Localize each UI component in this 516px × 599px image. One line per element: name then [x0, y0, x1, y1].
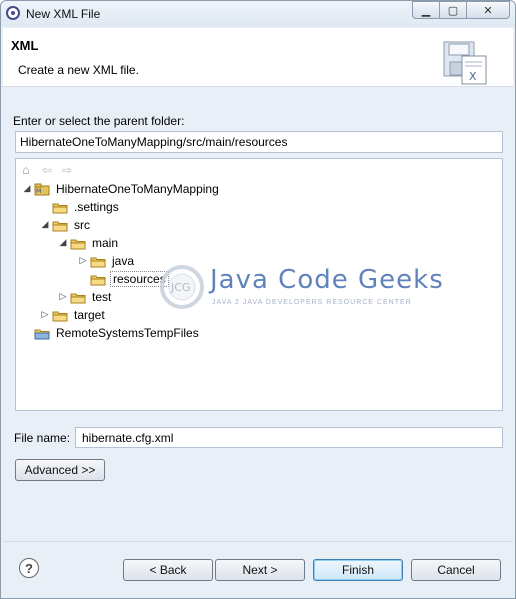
file-name-label: File name:: [14, 431, 71, 445]
tree-item-resources[interactable]: resources: [76, 270, 169, 288]
tree-item-label: target: [74, 308, 105, 322]
expand-icon[interactable]: ▷: [38, 310, 52, 320]
help-icon[interactable]: ?: [19, 558, 39, 578]
folder-icon: [70, 293, 86, 303]
watermark-title: Java Code Geeks: [210, 265, 444, 295]
expand-icon[interactable]: ▷: [76, 256, 90, 266]
minimize-button[interactable]: ▁: [412, 1, 440, 19]
tree-item-label: main: [92, 236, 119, 250]
project-icon: M: [34, 183, 50, 195]
tree-item-label: java: [112, 254, 135, 268]
folder-icon: [52, 203, 68, 213]
folder-icon: [70, 239, 86, 249]
title-bar[interactable]: New XML File ▁ ▢ ✕: [1, 1, 515, 27]
wizard-description: Create a new XML file.: [18, 63, 139, 77]
new-xml-file-dialog: New XML File ▁ ▢ ✕ XML Create a new XML …: [0, 0, 516, 599]
tree-item-target[interactable]: ▷ target: [38, 306, 107, 324]
wizard-body: Enter or select the parent folder: Hiber…: [3, 87, 513, 541]
xml-wizard-icon: X: [443, 41, 487, 85]
tree-item-label: RemoteSystemsTempFiles: [56, 326, 199, 340]
window-title: New XML File: [26, 7, 101, 21]
cancel-button[interactable]: Cancel: [411, 559, 501, 581]
svg-text:X: X: [469, 70, 477, 83]
tree-item-label: src: [74, 218, 90, 232]
folder-icon: [90, 257, 106, 267]
back-button[interactable]: < Back: [123, 559, 213, 581]
eclipse-icon: [6, 6, 20, 20]
tree-item-settings[interactable]: .settings: [38, 198, 121, 216]
maximize-button[interactable]: ▢: [439, 1, 467, 19]
svg-text:M: M: [36, 188, 41, 195]
folder-tree[interactable]: ⌂ ⇦ ⇨ ◢ M HibernateOneToManyMapping .set…: [15, 158, 503, 411]
file-name-input[interactable]: hibernate.cfg.xml: [75, 427, 503, 448]
collapse-icon[interactable]: ◢: [56, 238, 70, 248]
tree-item-java[interactable]: ▷ java: [76, 252, 136, 270]
tree-item-label: test: [92, 290, 112, 304]
folder-icon: [52, 311, 68, 321]
close-button[interactable]: ✕: [466, 1, 510, 19]
back-arrow-icon[interactable]: ⇦: [42, 164, 56, 176]
tree-item-src[interactable]: ◢ src: [38, 216, 92, 234]
tree-item-label: HibernateOneToManyMapping: [56, 182, 219, 196]
wizard-title: XML: [11, 38, 39, 53]
forward-arrow-icon[interactable]: ⇨: [62, 164, 76, 176]
tree-toolbar: ⌂ ⇦ ⇨: [22, 164, 76, 176]
parent-folder-label: Enter or select the parent folder:: [13, 114, 185, 128]
advanced-button[interactable]: Advanced >>: [15, 459, 105, 481]
home-icon[interactable]: ⌂: [22, 164, 36, 176]
next-button[interactable]: Next >: [215, 559, 305, 581]
tree-item-remotesystemstempfiles[interactable]: RemoteSystemsTempFiles: [20, 324, 201, 342]
tree-item-label: .settings: [74, 200, 119, 214]
project-folder-icon: [34, 329, 50, 339]
jcg-logo-icon: JCG: [160, 265, 204, 309]
maximize-icon: ▢: [447, 3, 459, 17]
minimize-icon: ▁: [421, 3, 431, 17]
close-icon: ✕: [483, 3, 493, 17]
tree-item-hibernateonetomanymapping[interactable]: ◢ M HibernateOneToManyMapping: [20, 180, 221, 198]
java-code-geeks-watermark: JCG Java Code Geeks JAVA 2 JAVA DEVELOPE…: [156, 259, 443, 319]
finish-button[interactable]: Finish: [313, 559, 403, 581]
parent-folder-input[interactable]: HibernateOneToManyMapping/src/main/resou…: [15, 131, 503, 153]
collapse-icon[interactable]: ◢: [20, 184, 34, 194]
folder-icon: [52, 221, 68, 231]
jcg-logo-text: JCG: [170, 281, 190, 294]
expand-icon[interactable]: ▷: [56, 292, 70, 302]
watermark-subtitle: JAVA 2 JAVA DEVELOPERS RESOURCE CENTER: [212, 299, 412, 306]
wizard-header: XML Create a new XML file. X: [3, 28, 513, 87]
collapse-icon[interactable]: ◢: [38, 220, 52, 230]
tree-item-main[interactable]: ◢ main: [56, 234, 120, 252]
wizard-footer: ? < Back Next > Finish Cancel: [3, 541, 513, 598]
folder-icon: [90, 275, 106, 285]
tree-item-test[interactable]: ▷ test: [56, 288, 113, 306]
